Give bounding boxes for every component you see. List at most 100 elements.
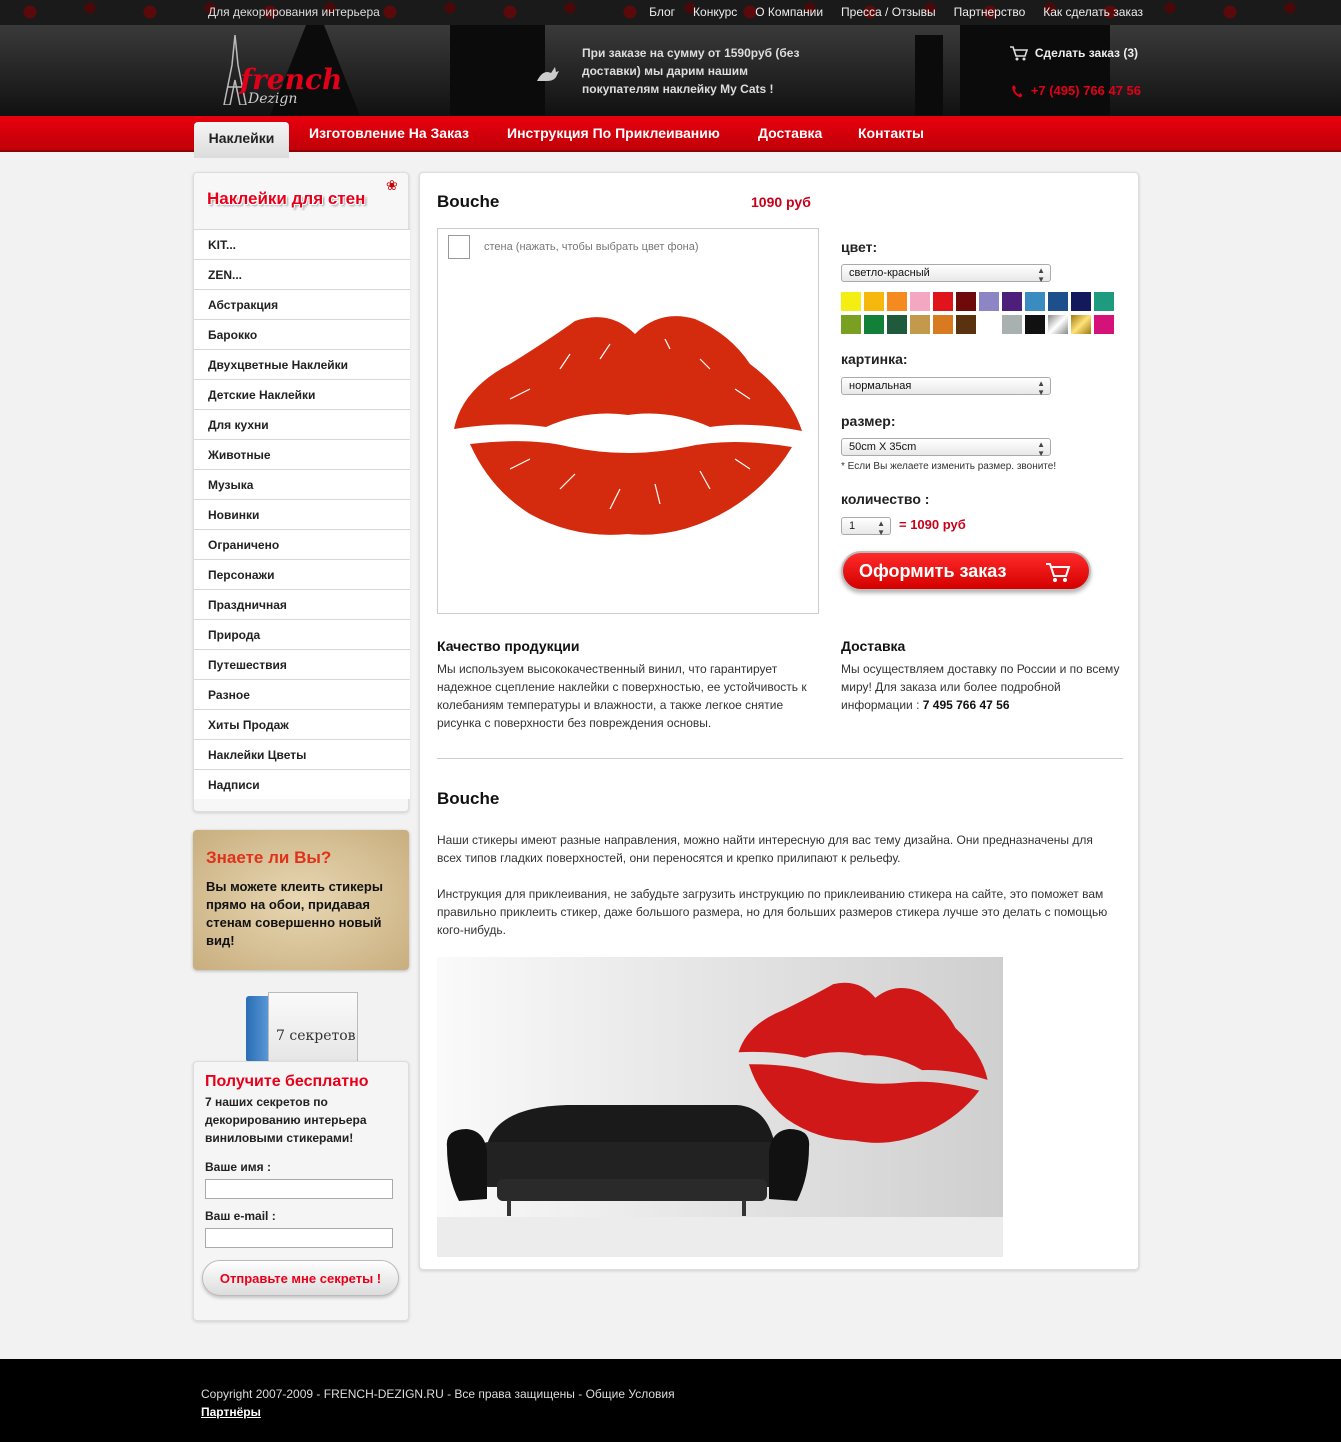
color-swatch[interactable]	[910, 315, 930, 334]
color-swatch[interactable]	[1025, 292, 1045, 311]
sidebar-category-item[interactable]: Надписи	[194, 769, 410, 799]
sidebar-title: Наклейки для стен	[207, 189, 366, 208]
signup-text: 7 наших секретов по декорированию интерь…	[205, 1095, 367, 1145]
nav-tab-delivery[interactable]: Доставка	[758, 125, 822, 141]
sofa-image	[446, 1105, 810, 1216]
description-paragraph-2: Инструкция для приклеивания, не забудьте…	[437, 887, 1108, 937]
did-you-know-title: Знаете ли Вы?	[206, 848, 332, 867]
delivery-text: Мы осуществляем доставку по России и по …	[841, 662, 1120, 712]
color-swatch[interactable]	[864, 315, 884, 334]
sidebar-category-item[interactable]: Путешествия	[194, 649, 410, 679]
nav-tab-custom[interactable]: Изготовление На Заказ	[309, 125, 469, 141]
color-swatch[interactable]	[1094, 292, 1114, 311]
name-input[interactable]	[205, 1179, 393, 1199]
cart-label: Сделать заказ (3)	[1034, 46, 1138, 60]
signup-title: Получите бесплатно	[205, 1073, 369, 1090]
top-link-partnership[interactable]: Партнерство	[954, 5, 1026, 19]
quality-title: Качество продукции	[437, 638, 580, 654]
sidebar-category-item[interactable]: Барокко	[194, 319, 410, 349]
product-panel: Bouche 1090 руб стена (нажать, чтобы выб…	[419, 172, 1139, 1270]
color-swatch[interactable]	[1002, 315, 1022, 334]
color-swatch[interactable]	[1071, 292, 1091, 311]
footer: Copyright 2007-2009 - FRENCH-DEZIGN.RU -…	[0, 1359, 1341, 1442]
color-swatch[interactable]	[864, 292, 884, 311]
sidebar-category-item[interactable]: Для кухни	[194, 409, 410, 439]
delivery-title: Доставка	[841, 638, 906, 654]
color-swatch[interactable]	[910, 292, 930, 311]
sidebar-category-item[interactable]: Наклейки Цветы	[194, 739, 410, 769]
sidebar-category-item[interactable]: Абстракция	[194, 289, 410, 319]
size-label: размер:	[841, 413, 896, 429]
color-swatch[interactable]	[956, 292, 976, 311]
sidebar-category-item[interactable]: Новинки	[194, 499, 410, 529]
category-sidebar: Наклейки для стен ❀ KIT... ZEN... Абстракц…	[193, 172, 410, 812]
cart-link[interactable]: Сделать заказ (3)	[1009, 45, 1138, 61]
sidebar-category-item[interactable]: Детские Наклейки	[194, 379, 410, 409]
logo-sub-text: Dezign	[248, 91, 298, 107]
sidebar-category-item[interactable]: ZEN...	[194, 259, 410, 289]
top-bar: Для декорирования интерьера Блог Конкурс…	[0, 0, 1341, 25]
color-swatch[interactable]	[979, 315, 999, 334]
logo[interactable]: french Dezign	[208, 35, 348, 115]
top-link-contest[interactable]: Конкурс	[693, 5, 737, 19]
tagline: Для декорирования интерьера	[208, 5, 380, 19]
color-swatch[interactable]	[887, 292, 907, 311]
lips-sticker-image	[454, 316, 802, 535]
sidebar-category-item[interactable]: Музыка	[194, 469, 410, 499]
divider	[437, 758, 1123, 759]
sidebar-category-item[interactable]: Персонажи	[194, 559, 410, 589]
product-title: Bouche	[437, 192, 500, 211]
sidebar-category-item[interactable]: Разное	[194, 679, 410, 709]
main-nav: Наклейки Изготовление На Заказ Инструкци…	[0, 116, 1341, 158]
color-swatch[interactable]	[1048, 292, 1068, 311]
email-input[interactable]	[205, 1228, 393, 1248]
delivery-phone: 7 495 766 47 56	[922, 698, 1010, 712]
order-button[interactable]: Оформить заказ	[841, 551, 1091, 591]
butterfly-icon: ❀	[386, 177, 398, 193]
color-swatch[interactable]	[933, 315, 953, 334]
send-secrets-button[interactable]: Отправьте мне секреты !	[202, 1260, 399, 1296]
color-swatch[interactable]	[956, 315, 976, 334]
sidebar-category-item[interactable]: Двухцветные Наклейки	[194, 349, 410, 379]
nav-tab-stickers[interactable]: Наклейки	[194, 122, 289, 158]
color-swatch[interactable]	[1025, 315, 1045, 334]
sidebar-category-item[interactable]: KIT...	[194, 229, 410, 259]
sidebar-category-item[interactable]: Ограничено	[194, 529, 410, 559]
top-links: Блог Конкурс О Компании Пресса / Отзывы …	[649, 5, 1143, 19]
color-swatch[interactable]	[933, 292, 953, 311]
top-link-about[interactable]: О Компании	[755, 5, 823, 19]
color-select[interactable]: светло-красный ▲ ▼	[841, 264, 1051, 284]
color-swatch[interactable]	[1048, 315, 1068, 334]
color-swatch[interactable]	[1002, 292, 1022, 311]
color-swatch[interactable]	[841, 292, 861, 311]
sidebar-category-item[interactable]: Животные	[194, 439, 410, 469]
color-label: цвет:	[841, 239, 878, 255]
size-select[interactable]: 50cm X 35cm ▲ ▼	[841, 438, 1051, 458]
color-swatch[interactable]	[1094, 315, 1114, 334]
top-link-how-to-order[interactable]: Как сделать заказ	[1043, 5, 1143, 19]
sidebar-category-item[interactable]: Хиты Продаж	[194, 709, 410, 739]
description-paragraph-1: Наши стикеры имеют разные направления, м…	[437, 833, 1093, 865]
quantity-select[interactable]: 1 ▲ ▼	[841, 517, 891, 537]
sidebar-category-item[interactable]: Праздничная	[194, 589, 410, 619]
did-you-know-text: Вы можете клеить стикеры прямо на обои, …	[206, 879, 383, 948]
nav-tab-instructions[interactable]: Инструкция По Приклеиванию	[507, 125, 720, 141]
wall-color-hint: стена (нажать, чтобы выбрать цвет фона)	[484, 241, 699, 253]
building-silhouette	[960, 25, 1110, 116]
quantity-total: = 1090 руб	[899, 517, 966, 532]
quality-text: Мы используем высококачественный винил, …	[437, 662, 807, 730]
color-swatch[interactable]	[841, 315, 861, 334]
color-swatch[interactable]	[979, 292, 999, 311]
sidebar-category-item[interactable]: Природа	[194, 619, 410, 649]
color-swatch[interactable]	[1071, 315, 1091, 334]
book-label: 7 секретов	[276, 1028, 356, 1044]
wall-color-picker[interactable]	[448, 235, 470, 259]
color-swatch[interactable]	[887, 315, 907, 334]
top-link-blog[interactable]: Блог	[649, 5, 675, 19]
top-link-press[interactable]: Пресса / Отзывы	[841, 5, 936, 19]
picture-select[interactable]: нормальная ▲ ▼	[841, 377, 1051, 397]
phone-icon	[1011, 84, 1023, 97]
partners-link[interactable]: Партнёры	[201, 1405, 261, 1419]
nav-tab-contacts[interactable]: Контакты	[858, 125, 924, 141]
picture-label: картинка:	[841, 351, 908, 367]
